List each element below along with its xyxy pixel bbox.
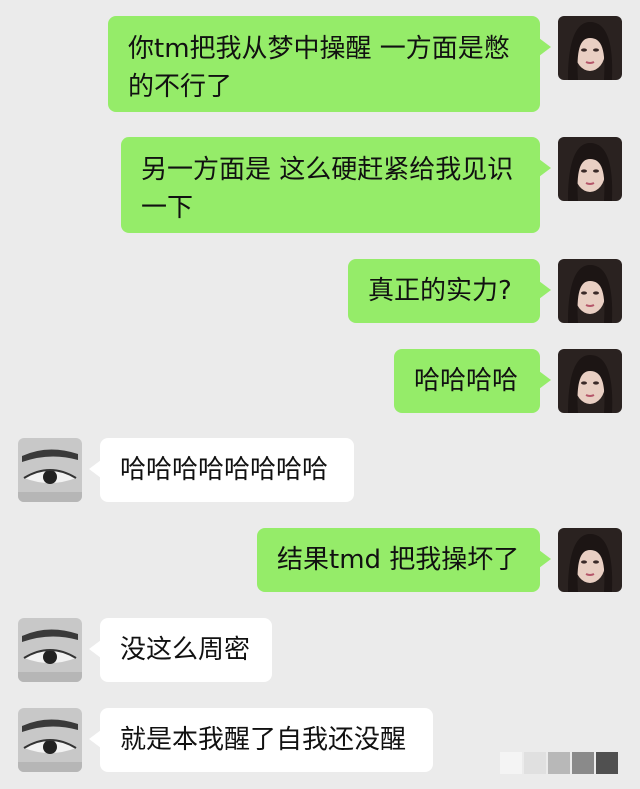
self-avatar[interactable] [558, 137, 622, 201]
message-bubble-self[interactable]: 另一方面是 这么硬赶紧给我见识一下 [121, 137, 551, 233]
female-portrait-icon [558, 349, 622, 413]
message-bubble-self[interactable]: 你tm把我从梦中操醒 一方面是憋的不行了 [108, 16, 551, 112]
message-row: 真正的实力? [0, 259, 640, 323]
female-portrait-icon [558, 137, 622, 201]
self-avatar[interactable] [558, 349, 622, 413]
message-row: 哈哈哈哈哈哈哈哈 [0, 438, 640, 502]
message-bubble-self[interactable]: 哈哈哈哈 [394, 349, 551, 413]
other-avatar[interactable] [18, 618, 82, 682]
self-avatar[interactable] [558, 16, 622, 80]
message-bubble-other[interactable]: 就是本我醒了自我还没醒 [89, 708, 433, 772]
watermark-block [596, 752, 618, 774]
message-bubble-other[interactable]: 没这么周密 [89, 618, 272, 682]
message-bubble-self[interactable]: 真正的实力? [348, 259, 551, 323]
watermark-pixel-blocks [500, 752, 630, 778]
message-row: 哈哈哈哈 [0, 349, 640, 413]
message-row: 另一方面是 这么硬赶紧给我见识一下 [0, 137, 640, 233]
other-avatar[interactable] [18, 438, 82, 502]
message-row: 没这么周密 [0, 618, 640, 682]
watermark-block [572, 752, 594, 774]
message-row: 结果tmd 把我操坏了 [0, 528, 640, 592]
watermark-block [500, 752, 522, 774]
eye-closeup-icon [18, 438, 82, 502]
female-portrait-icon [558, 16, 622, 80]
message-bubble-other[interactable]: 哈哈哈哈哈哈哈哈 [89, 438, 354, 502]
self-avatar[interactable] [558, 259, 622, 323]
watermark-block [524, 752, 546, 774]
message-row: 你tm把我从梦中操醒 一方面是憋的不行了 [0, 16, 640, 112]
eye-closeup-icon [18, 708, 82, 772]
watermark-block [548, 752, 570, 774]
eye-closeup-icon [18, 618, 82, 682]
female-portrait-icon [558, 528, 622, 592]
message-bubble-self[interactable]: 结果tmd 把我操坏了 [257, 528, 551, 592]
self-avatar[interactable] [558, 528, 622, 592]
other-avatar[interactable] [18, 708, 82, 772]
female-portrait-icon [558, 259, 622, 323]
chat-message-list[interactable]: 你tm把我从梦中操醒 一方面是憋的不行了 另一方面是 这么硬赶紧给我见识一下 真… [0, 0, 640, 789]
